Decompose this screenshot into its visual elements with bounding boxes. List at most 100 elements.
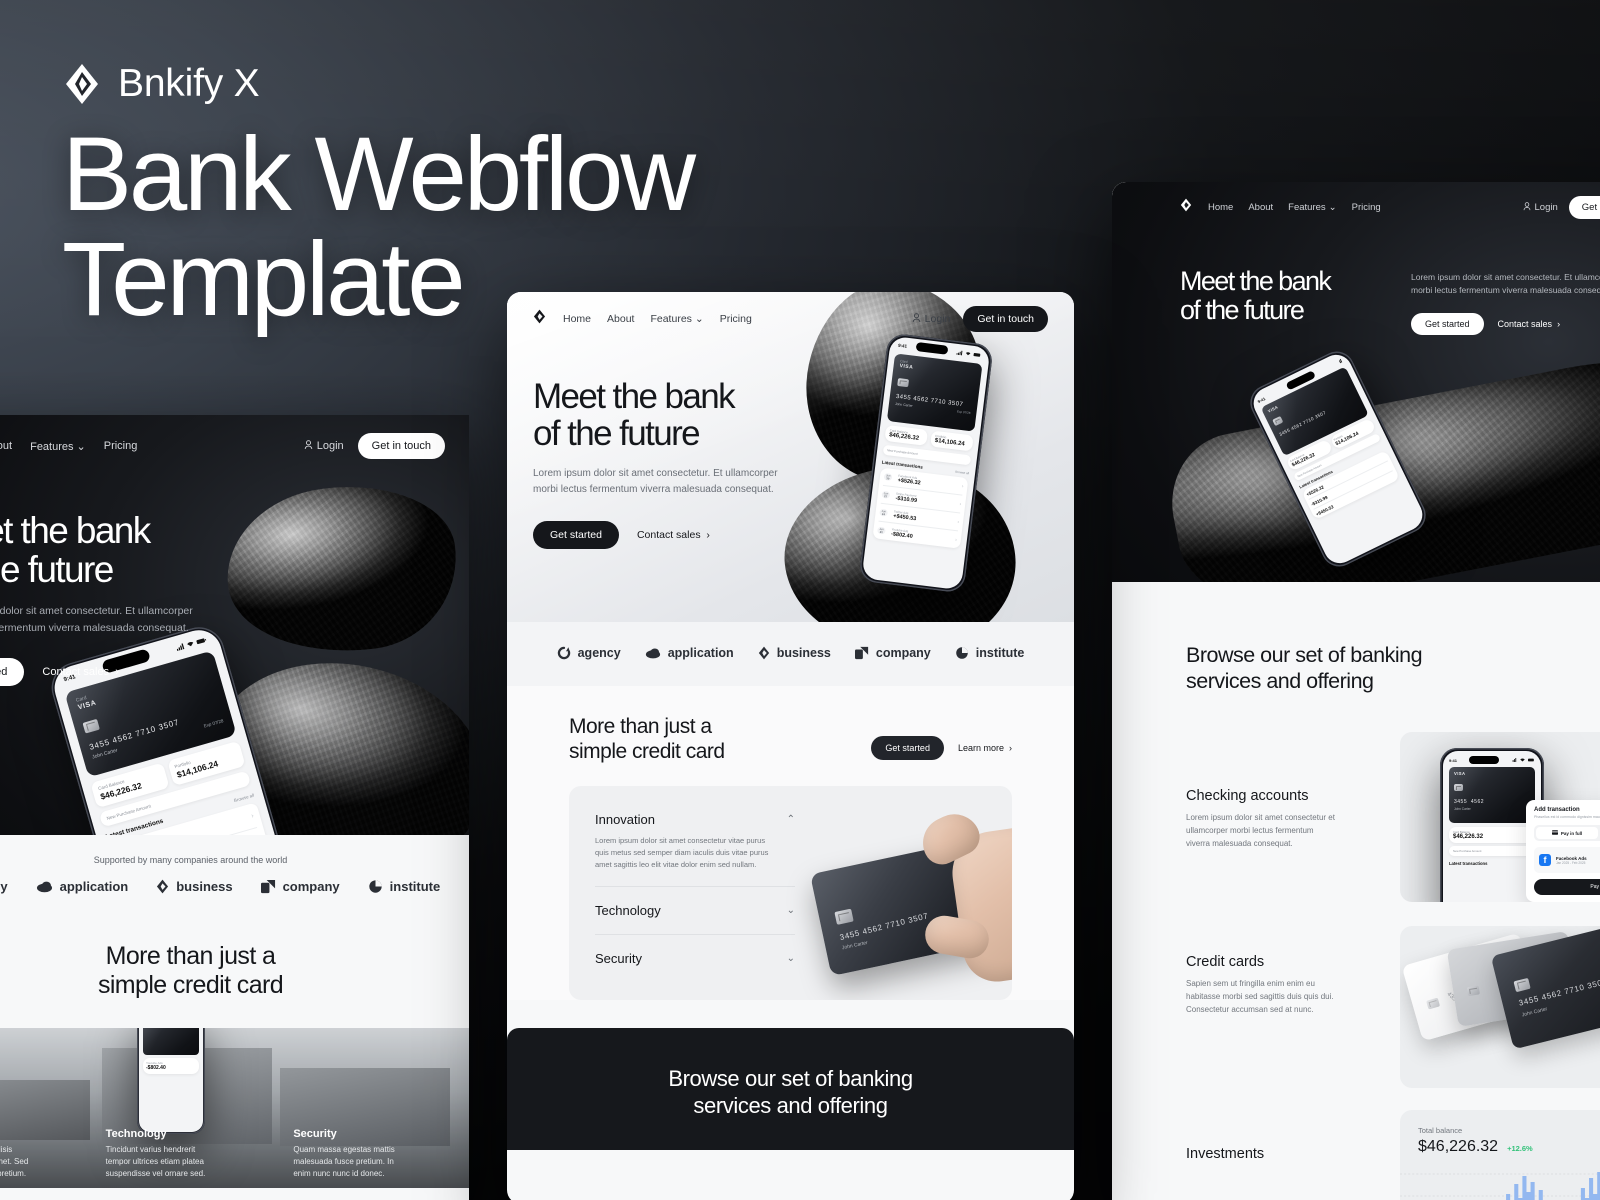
page-title-line1: Bank Webflow (62, 116, 696, 233)
brand-name: Bnkify X (118, 62, 260, 105)
logostrip-caption: Supported by many companies around the w… (93, 855, 288, 865)
service-visual-investments: Total balance $46,226.32 +12.6% (1400, 1110, 1600, 1200)
get-started-button[interactable]: Get started (533, 521, 619, 550)
contact-sales-link[interactable]: Contact sales › (637, 529, 710, 541)
accordion-card: Innovation ⌃ Lorem ipsum dolor sit amet … (569, 786, 1012, 1001)
title-block: Bnkify X Bank Webflow Template (62, 62, 696, 332)
credit-get-started-button[interactable]: Get started (871, 736, 944, 761)
chip-icon (1272, 415, 1284, 427)
card-holder: John Carter (841, 940, 869, 952)
service-item-credit: Credit cards Sapien sem ut fringilla eni… (1186, 926, 1600, 1089)
phone-notch (1469, 756, 1499, 765)
chip-icon (1466, 985, 1480, 997)
mockup-right: Home About Features⌄ Pricing Login Get i… (1112, 182, 1600, 1200)
headline-line1: Meet the bank (0, 510, 151, 551)
nav-link-features[interactable]: Features ⌄ (1288, 202, 1336, 213)
total-balance-value: $46,226.32 (1418, 1138, 1499, 1156)
service-body: Sapien sem ut fringilla enim enim eu hab… (1186, 979, 1334, 1015)
headline-line2: of the future (533, 414, 701, 454)
headline-line1: Meet the bank (533, 377, 736, 416)
get-started-button[interactable]: Get started (1411, 313, 1484, 336)
browse-band-line1: Browse our set of banking (668, 1066, 913, 1092)
transaction-row: f Facebook Ads Jan 2025 - Feb 2025 $45.0… (1534, 847, 1600, 874)
center-hero-headline: Meet the bank of the future (533, 378, 1048, 452)
accordion-item-innovation[interactable]: Innovation ⌃ Lorem ipsum dolor sit amet … (595, 812, 795, 888)
chip-icon (1426, 998, 1441, 1011)
login-button[interactable]: Login (912, 312, 950, 326)
accordion-item-technology[interactable]: Technology ⌄ (595, 887, 795, 936)
center-hero: Home About Features ⌄ Pricing Login Get i… (507, 292, 1074, 622)
total-balance-label: Total balance (1418, 1126, 1463, 1136)
chip-icon (82, 718, 100, 734)
nav-link-about[interactable]: About (0, 440, 12, 452)
page-title: Bank Webflow Template (62, 116, 696, 332)
service-body: Lorem ipsum dolor sit amet consectetur e… (1186, 813, 1335, 849)
logo-application: application (36, 879, 128, 894)
learn-more-link[interactable]: Learn more › (958, 743, 1012, 753)
chevron-right-icon: › (250, 812, 255, 820)
service-title: Credit cards (1186, 954, 1265, 971)
chevron-right-icon: › (1006, 743, 1012, 754)
left-credit-title: More than just a simple credit card (97, 942, 284, 999)
pay-now-button[interactable]: Pay now (1534, 879, 1600, 896)
logo-agency: agency (557, 646, 621, 660)
center-hero-paragraph: Lorem ipsum dolor sit amet consectetur. … (533, 468, 778, 495)
chevron-right-icon: › (112, 665, 119, 678)
browse-all-link[interactable]: Browse all (233, 793, 254, 804)
nav-link-features[interactable]: Features ⌄ (30, 440, 86, 453)
nav-link-pricing[interactable]: Pricing (720, 313, 752, 325)
right-navbar: Home About Features⌄ Pricing Login Get i… (1180, 196, 1600, 219)
card-holder: John Carter (1521, 1006, 1549, 1019)
contact-sales-link[interactable]: Contact sales › (1498, 319, 1561, 329)
chip-icon (1513, 978, 1531, 993)
browse-band-line2: services and offering (693, 1092, 888, 1118)
center-logostrip: agency application business company inst… (507, 622, 1074, 686)
left-feature-cards: Innovation sed vitae ornare et facilisis… (0, 1128, 469, 1180)
left-logostrip-section: Supported by many companies around the w… (0, 835, 469, 894)
get-in-touch-button[interactable]: Get in touch (1568, 196, 1600, 219)
status-icons (956, 350, 981, 358)
feature-card: Technology Tincidunt varius hendrerit te… (105, 1128, 206, 1178)
user-icon (1523, 201, 1531, 214)
get-started-button[interactable]: Get started (0, 657, 25, 686)
nav-link-pricing[interactable]: Pricing (1352, 202, 1381, 213)
accordion-item-security[interactable]: Security ⌄ (595, 935, 795, 982)
diamond-logo-icon (1180, 198, 1192, 217)
tab-pay-in-full[interactable]: Pay in full (1536, 827, 1598, 840)
service-title: Investments (1186, 1146, 1265, 1163)
logo-business: business (758, 646, 831, 660)
login-button[interactable]: Login (304, 439, 344, 453)
left-hero: Home About Features⌄ Pricing Login Get i… (0, 415, 469, 835)
mockup-center: Home About Features ⌄ Pricing Login Get i… (507, 292, 1074, 1200)
right-services-section: Browse our set of banking services and o… (1112, 582, 1600, 1200)
user-icon (304, 439, 313, 453)
logo-institute: institute (955, 646, 1024, 660)
right-hero-headline: Meet the bank of the future (1180, 266, 1332, 325)
user-icon (912, 312, 921, 326)
card-number: 3455 4562 7710 3507 (1517, 977, 1600, 1009)
logo-agency: agency (0, 879, 8, 894)
nav-link-home[interactable]: Home (1208, 202, 1233, 213)
left-hero-headline: Meet the bank of the future (0, 510, 445, 590)
logo-company: company (260, 879, 340, 894)
right-hero: Home About Features⌄ Pricing Login Get i… (1112, 182, 1600, 582)
chevron-down-icon: ⌄ (786, 953, 795, 965)
login-button[interactable]: Login (1523, 201, 1558, 214)
get-in-touch-button[interactable]: Get in touch (963, 306, 1048, 332)
chip-icon (1454, 784, 1463, 792)
left-navbar: Home About Features⌄ Pricing Login Get i… (0, 433, 445, 459)
nav-link-about[interactable]: About (1248, 202, 1273, 213)
left-feature-visual: VISA Youtube Ads -$802.40 Innovation sed… (0, 1028, 469, 1188)
brand-row: Bnkify X (62, 62, 693, 106)
nav-link-pricing[interactable]: Pricing (104, 440, 138, 452)
logo-business: business (156, 879, 233, 894)
add-transaction-title: Add transaction (1534, 807, 1580, 814)
phone-mockup-small: VISA Youtube Ads -$802.40 (137, 1028, 205, 1134)
get-in-touch-button[interactable]: Get in touch (357, 433, 445, 459)
credit-section-title: More than just a simple credit card (569, 715, 725, 764)
center-credit-section: More than just a simple credit card Get … (507, 686, 1074, 1001)
chevron-down-icon: ⌄ (786, 905, 795, 917)
chevron-right-icon: › (703, 529, 710, 542)
contact-sales-link[interactable]: Contact sales › (42, 666, 118, 678)
status-time: 9:41 (897, 342, 908, 349)
